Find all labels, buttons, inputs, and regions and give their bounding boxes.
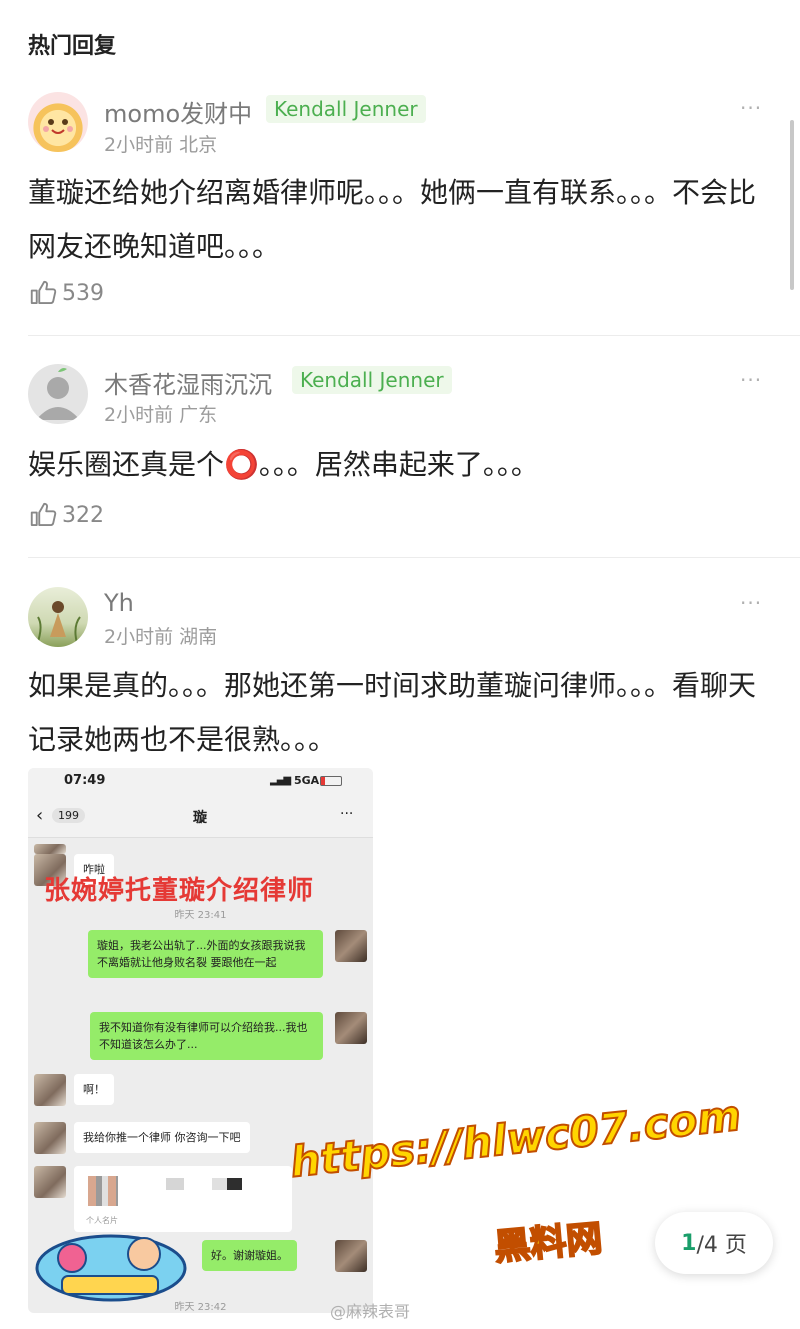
page-indicator[interactable]: 1 /4 页 xyxy=(655,1212,773,1274)
divider xyxy=(28,335,800,336)
chat-bubble-right: 璇姐，我老公出轨了...外面的女孩跟我说我不离婚就让他身败名裂 要跟他在一起 xyxy=(88,930,323,978)
contact-card-blurred xyxy=(166,1178,184,1190)
image-caption: 张婉婷托董璇介绍律师 xyxy=(44,876,315,906)
weibo-watermark: @麻辣表哥 xyxy=(330,1302,411,1321)
comment-text: 董璇还给她介绍离婚律师呢。。。她俩一直有联系。。。不会比网友还晚知道吧。。。 xyxy=(28,176,757,263)
like-count: 539 xyxy=(62,280,104,306)
chat-avatar-right xyxy=(335,1012,367,1044)
sticker-logo xyxy=(32,1220,190,1306)
total-pages: /4 页 xyxy=(696,1233,747,1258)
chat-time: 昨天 23:41 xyxy=(174,910,227,921)
watermark-site: 黑料网 xyxy=(492,1217,605,1269)
comment-meta: 2小时前 北京 xyxy=(104,134,218,156)
chat-bubble-left: 我给你推一个律师 你咨询一下吧 xyxy=(74,1122,250,1153)
avatar[interactable] xyxy=(28,92,88,152)
chat-bubble-right: 我不知道你有没有律师可以介绍给我...我也不知道该怎么办了... xyxy=(90,1012,323,1060)
chat-avatar-left xyxy=(34,1074,66,1106)
section-title: 热门回复 xyxy=(28,34,117,59)
comment-text: 娱乐圈还真是个⭕。。。居然串起来了。。。 xyxy=(28,448,539,481)
chat-bubble-left: 啊！ xyxy=(74,1074,114,1105)
scrollbar[interactable] xyxy=(790,120,794,290)
username[interactable]: momo发财中 xyxy=(104,94,252,129)
back-icon[interactable]: ‹ xyxy=(36,805,43,826)
comment-meta: 2小时前 广东 xyxy=(104,404,218,426)
username[interactable]: 木香花湿雨沉沉 xyxy=(104,365,272,400)
more-options-icon[interactable]: ··· xyxy=(740,96,762,120)
chat-header: ‹ 199 璇 ··· xyxy=(28,796,373,838)
like-button[interactable]: 322 xyxy=(28,500,104,530)
status-time: 07:49 xyxy=(64,773,106,788)
chat-avatar-left xyxy=(34,1166,66,1198)
battery-icon xyxy=(320,776,342,786)
chat-more-icon[interactable]: ··· xyxy=(340,806,353,822)
contact-card-blurred xyxy=(88,1176,118,1206)
chat-title: 璇 xyxy=(193,810,207,826)
thumbs-up-icon xyxy=(30,280,57,304)
thumbs-up-icon xyxy=(30,502,57,526)
chat-time: 昨天 23:42 xyxy=(174,1302,227,1313)
signal-icon: ▂▄▆ xyxy=(270,775,291,786)
divider xyxy=(28,557,800,558)
network-label: 5GA xyxy=(294,774,320,787)
attached-image[interactable]: 07:49 ▂▄▆ 5GA ‹ 199 璇 ··· 咋啦 昨天 23:41 璇姐… xyxy=(28,768,373,1313)
like-button[interactable]: 539 xyxy=(28,278,104,308)
default-avatar-icon xyxy=(36,368,80,420)
username[interactable]: Yh xyxy=(104,589,134,617)
chat-avatar-right xyxy=(335,1240,367,1272)
more-options-icon[interactable]: ··· xyxy=(740,591,762,615)
contact-card-blurred xyxy=(212,1178,242,1190)
more-options-icon[interactable]: ··· xyxy=(740,368,762,392)
avatar[interactable] xyxy=(28,364,88,424)
like-count: 322 xyxy=(62,502,104,528)
avatar-image xyxy=(43,119,73,134)
chat-avatar-left xyxy=(34,1122,66,1154)
avatar[interactable] xyxy=(28,587,88,647)
chat-avatar-right xyxy=(335,930,367,962)
avatar-image xyxy=(35,601,81,647)
comment-text: 如果是真的。。。那她还第一时间求助董璇问律师。。。看聊天记录她两也不是很熟。。。 xyxy=(28,669,757,756)
unread-count: 199 xyxy=(52,808,85,823)
user-badge[interactable]: Kendall Jenner xyxy=(266,95,426,123)
comment-meta: 2小时前 湖南 xyxy=(104,626,218,648)
chat-bubble-right: 好。谢谢璇姐。 xyxy=(202,1240,297,1271)
user-badge[interactable]: Kendall Jenner xyxy=(292,366,452,394)
chat-status-bar: 07:49 ▂▄▆ 5GA xyxy=(28,768,373,796)
current-page: 1 xyxy=(681,1230,697,1256)
chat-avatar-left xyxy=(34,844,66,854)
